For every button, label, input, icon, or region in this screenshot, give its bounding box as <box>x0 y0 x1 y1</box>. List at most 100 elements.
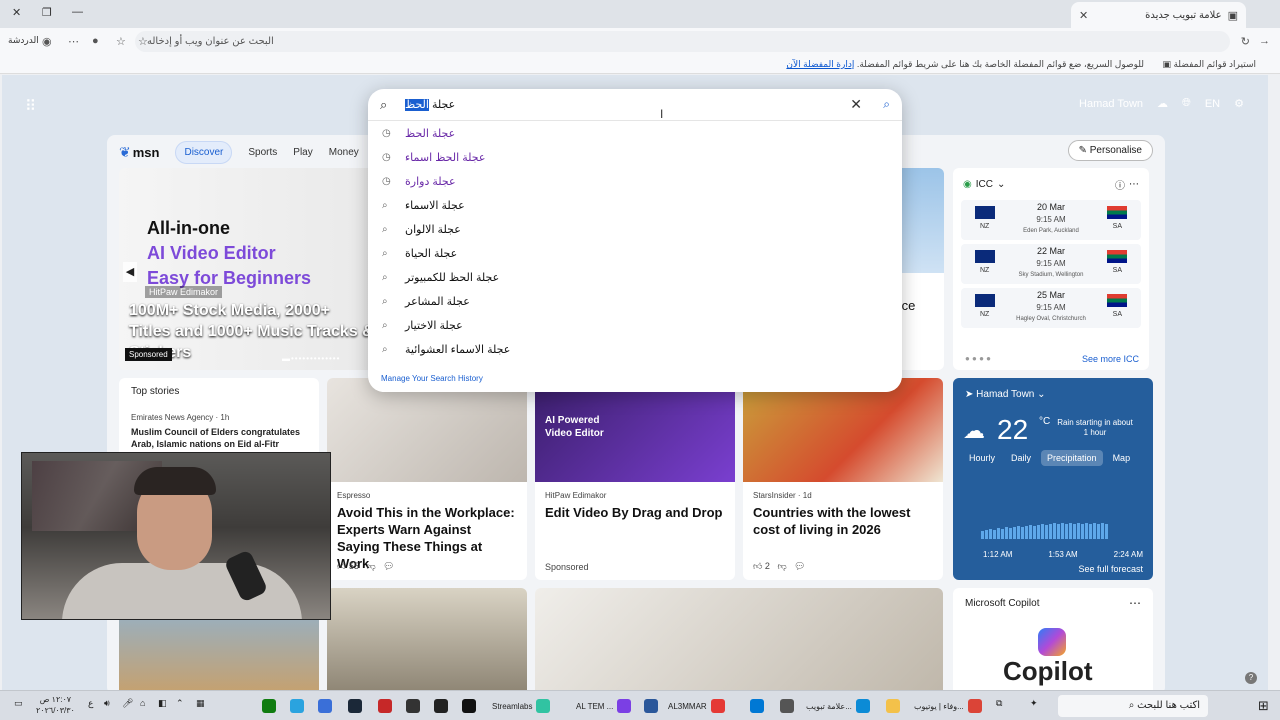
copilot-widget[interactable]: Microsoft Copilot ⋯ Copilot <box>953 588 1153 690</box>
info-icon[interactable]: ⓘ <box>1115 177 1125 192</box>
tray-icon[interactable]: ◧ <box>158 698 167 709</box>
icc-title[interactable]: ICC <box>976 179 993 190</box>
carousel-prev-icon[interactable]: ◀ <box>123 262 137 282</box>
address-input[interactable]: البحث عن عنوان ويب أو إدخاله <box>135 31 1230 52</box>
apps-grid-icon[interactable]: ⠿ <box>25 97 36 115</box>
see-more-icc-link[interactable]: See more ICC <box>1082 354 1139 364</box>
chat-label[interactable]: الدردشة <box>8 35 39 46</box>
comment-icon[interactable]: 💬︎ <box>383 561 394 571</box>
weather-location[interactable]: Hamad Town <box>1079 98 1143 110</box>
comment-icon[interactable]: 💬︎ <box>794 561 805 571</box>
search-query[interactable]: عجلة الحظ <box>405 98 455 111</box>
notifications-icon[interactable]: ▭ <box>14 698 23 709</box>
weather-location[interactable]: ➤ Hamad Town ⌄ <box>965 389 1046 400</box>
globe-icon[interactable]: 🌐︎ <box>1182 97 1191 110</box>
taskbar-app-tool[interactable] <box>318 695 332 717</box>
windows-start-icon[interactable]: ⊞ <box>1258 698 1269 714</box>
copilot-icon[interactable]: ◉ <box>42 35 52 48</box>
suggestion-item[interactable]: ◷ عجلة الحظ اسماء <box>368 145 902 169</box>
settings-gear-icon[interactable]: ⚙ <box>1234 97 1244 110</box>
manage-search-history-link[interactable]: Manage Your Search History <box>381 374 483 383</box>
taskbar-search-input[interactable]: اكتب هنا للبحث ⌕ <box>1058 695 1208 717</box>
volume-icon[interactable]: 🔊︎ <box>104 698 110 709</box>
tab-sports[interactable]: Sports <box>248 147 277 158</box>
more-options-icon[interactable]: ⋯ <box>1129 179 1139 190</box>
taskbar-app-capcut[interactable] <box>434 695 448 717</box>
language-label[interactable]: EN <box>1205 98 1220 110</box>
top-stories-card[interactable]: Top stories Emirates News Agency · 1h Mu… <box>119 378 319 458</box>
story-headline[interactable]: Muslim Council of Elders congratulates A… <box>131 426 307 450</box>
personalise-button[interactable]: ✎ Personalise <box>1067 140 1153 161</box>
taskbar-app-edge[interactable]: علامة تبويب... <box>806 695 870 717</box>
refresh-icon[interactable]: ↻ <box>1241 35 1250 48</box>
profile-icon[interactable]: ● <box>92 35 99 47</box>
suggestion-item[interactable]: ⌕ عجلة الاسماء العشوائية <box>368 337 902 361</box>
taskbar-app-telegram[interactable] <box>290 695 304 717</box>
taskbar-app-arm[interactable] <box>378 695 392 717</box>
system-clock[interactable]: ١٢:٠٧ ص ٢٠٢٦/٠٣/٣٠ <box>36 694 75 716</box>
carousel-dots[interactable]: ▬••••••••••••• <box>282 354 340 363</box>
close-tab-icon[interactable]: ✕ <box>1079 9 1088 22</box>
close-window-icon[interactable]: ✕ <box>12 6 21 19</box>
news-card[interactable]: Espresso Avoid This in the Workplace: Ex… <box>327 378 527 580</box>
taskbar-app-streamlabs[interactable]: Streamlabs <box>492 695 551 717</box>
tab-play[interactable]: Play <box>293 147 312 158</box>
tab-new-tab[interactable]: ▣ علامة تبويب جديدة ✕ <box>1071 2 1246 28</box>
suggestion-item[interactable]: ⌕ عجلة الاختيار <box>368 313 902 337</box>
widgets-icon[interactable]: ✦ <box>1030 698 1038 709</box>
tab-discover[interactable]: Discover <box>175 141 233 164</box>
thumbs-up-icon[interactable]: 👍︎ <box>337 561 346 571</box>
task-view-icon[interactable]: ⧉ <box>996 698 1002 709</box>
language-indicator[interactable]: ع <box>88 698 93 709</box>
taskbar-app-word[interactable] <box>644 695 658 717</box>
microphone-icon[interactable]: 🎤︎ <box>122 698 133 709</box>
network-icon[interactable]: ⌂ <box>140 698 145 708</box>
match-card[interactable]: NZ 22 Mar 9:15 AM Sky Stadium, Wellingto… <box>961 244 1141 284</box>
news-card[interactable]: StarsInsider · 1d Countries with the low… <box>743 378 943 580</box>
taskbar-app-explorer[interactable] <box>886 695 900 717</box>
more-options-icon[interactable]: ⋯ <box>1129 596 1141 610</box>
suggestion-item[interactable]: ⌕ عجلة الحياة <box>368 241 902 265</box>
tab-daily[interactable]: Daily <box>1005 450 1037 466</box>
suggestion-item[interactable]: ⌕ عجلة الالوان <box>368 217 902 241</box>
taskbar-app-tiktok[interactable] <box>462 695 476 717</box>
tab-money[interactable]: Money <box>329 147 359 158</box>
see-full-forecast-link[interactable]: See full forecast <box>1078 564 1143 574</box>
forward-icon[interactable]: → <box>1259 35 1270 47</box>
suggestion-item[interactable]: ◷ عجلة دوارة <box>368 169 902 193</box>
search-submit-icon[interactable]: ⌕ <box>883 97 890 112</box>
keyboard-icon[interactable]: ▦ <box>196 698 205 709</box>
weather-widget[interactable]: ➤ Hamad Town ⌄ ☁ 22 °C Rain starting in … <box>953 378 1153 580</box>
news-card-image[interactable] <box>535 588 943 690</box>
import-favorites-button[interactable]: استيراد قوائم المفضلة ▣ <box>1162 59 1256 70</box>
add-favorite-icon[interactable]: ☆ <box>138 35 148 48</box>
chevron-down-icon[interactable]: ⌄ <box>997 179 1005 190</box>
maximize-icon[interactable]: ❐ <box>42 6 52 19</box>
suggestion-item[interactable]: ⌕ عجلة المشاعر <box>368 289 902 313</box>
taskbar-app-xbox[interactable] <box>262 695 276 717</box>
more-icon[interactable]: ⋯ <box>68 35 79 48</box>
taskbar-app-al-tem[interactable]: AL TEM ... <box>576 695 632 717</box>
msn-logo[interactable]: ❦ msn <box>119 144 159 161</box>
suggestion-item[interactable]: ⌕ عجلة الحظ للكمبيوتر <box>368 265 902 289</box>
search-input[interactable]: ⌕ عجلة الحظ ✕ ⌕ <box>368 89 902 121</box>
tab-map[interactable]: Map <box>1107 450 1137 466</box>
help-icon[interactable]: ? <box>1245 672 1257 684</box>
thumbs-down-icon[interactable]: 👎︎ <box>777 561 786 571</box>
taskbar-app-steam[interactable] <box>348 695 362 717</box>
taskbar-app-obs[interactable] <box>406 695 420 717</box>
taskbar-app-store[interactable] <box>780 695 794 717</box>
tray-chevron-icon[interactable]: ⌃ <box>176 698 184 709</box>
suggestion-item[interactable]: ◷ عجلة الحظ <box>368 121 902 145</box>
suggestion-item[interactable]: ⌕ عجلة الاسماء <box>368 193 902 217</box>
taskbar-app-al3mmar[interactable]: AL3MMAR <box>668 695 725 717</box>
thumbs-down-icon[interactable]: 👎︎ <box>366 561 375 571</box>
taskbar-app-mail[interactable] <box>750 695 764 717</box>
news-card-image[interactable] <box>327 588 527 690</box>
tab-precipitation[interactable]: Precipitation <box>1041 450 1103 466</box>
pager-dots[interactable]: ● ● ● ● <box>965 354 991 363</box>
news-card[interactable]: AI Powered Video Editor HitPaw Edimakor … <box>535 378 735 580</box>
clear-icon[interactable]: ✕ <box>850 96 862 113</box>
taskbar-app-chrome[interactable]: وفاء | يوتيوب... <box>914 695 982 717</box>
minimize-icon[interactable]: — <box>72 6 83 18</box>
